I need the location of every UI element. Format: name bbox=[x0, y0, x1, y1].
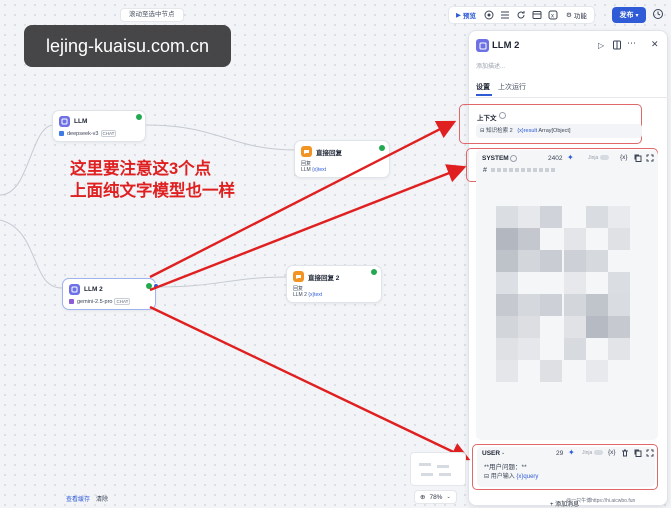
minimap[interactable] bbox=[410, 452, 466, 486]
annotation-arrows bbox=[149, 120, 471, 461]
chevron-down-icon: ⌄ bbox=[446, 494, 451, 500]
clear-button[interactable]: 清除 bbox=[96, 494, 108, 503]
credit-watermark: @一只牛博https://hi.aicwbo.fun bbox=[566, 498, 636, 504]
arrow-to-system bbox=[149, 164, 467, 292]
arrow-to-context bbox=[149, 120, 457, 279]
zoom-icon: ⊕ bbox=[420, 494, 426, 501]
zoom-control[interactable]: ⊕ 78% ⌄ bbox=[414, 490, 457, 504]
view-cache-button[interactable]: 查看缓存 bbox=[66, 494, 90, 503]
arrow-to-user bbox=[149, 305, 471, 461]
zoom-level: 78% bbox=[429, 493, 443, 501]
